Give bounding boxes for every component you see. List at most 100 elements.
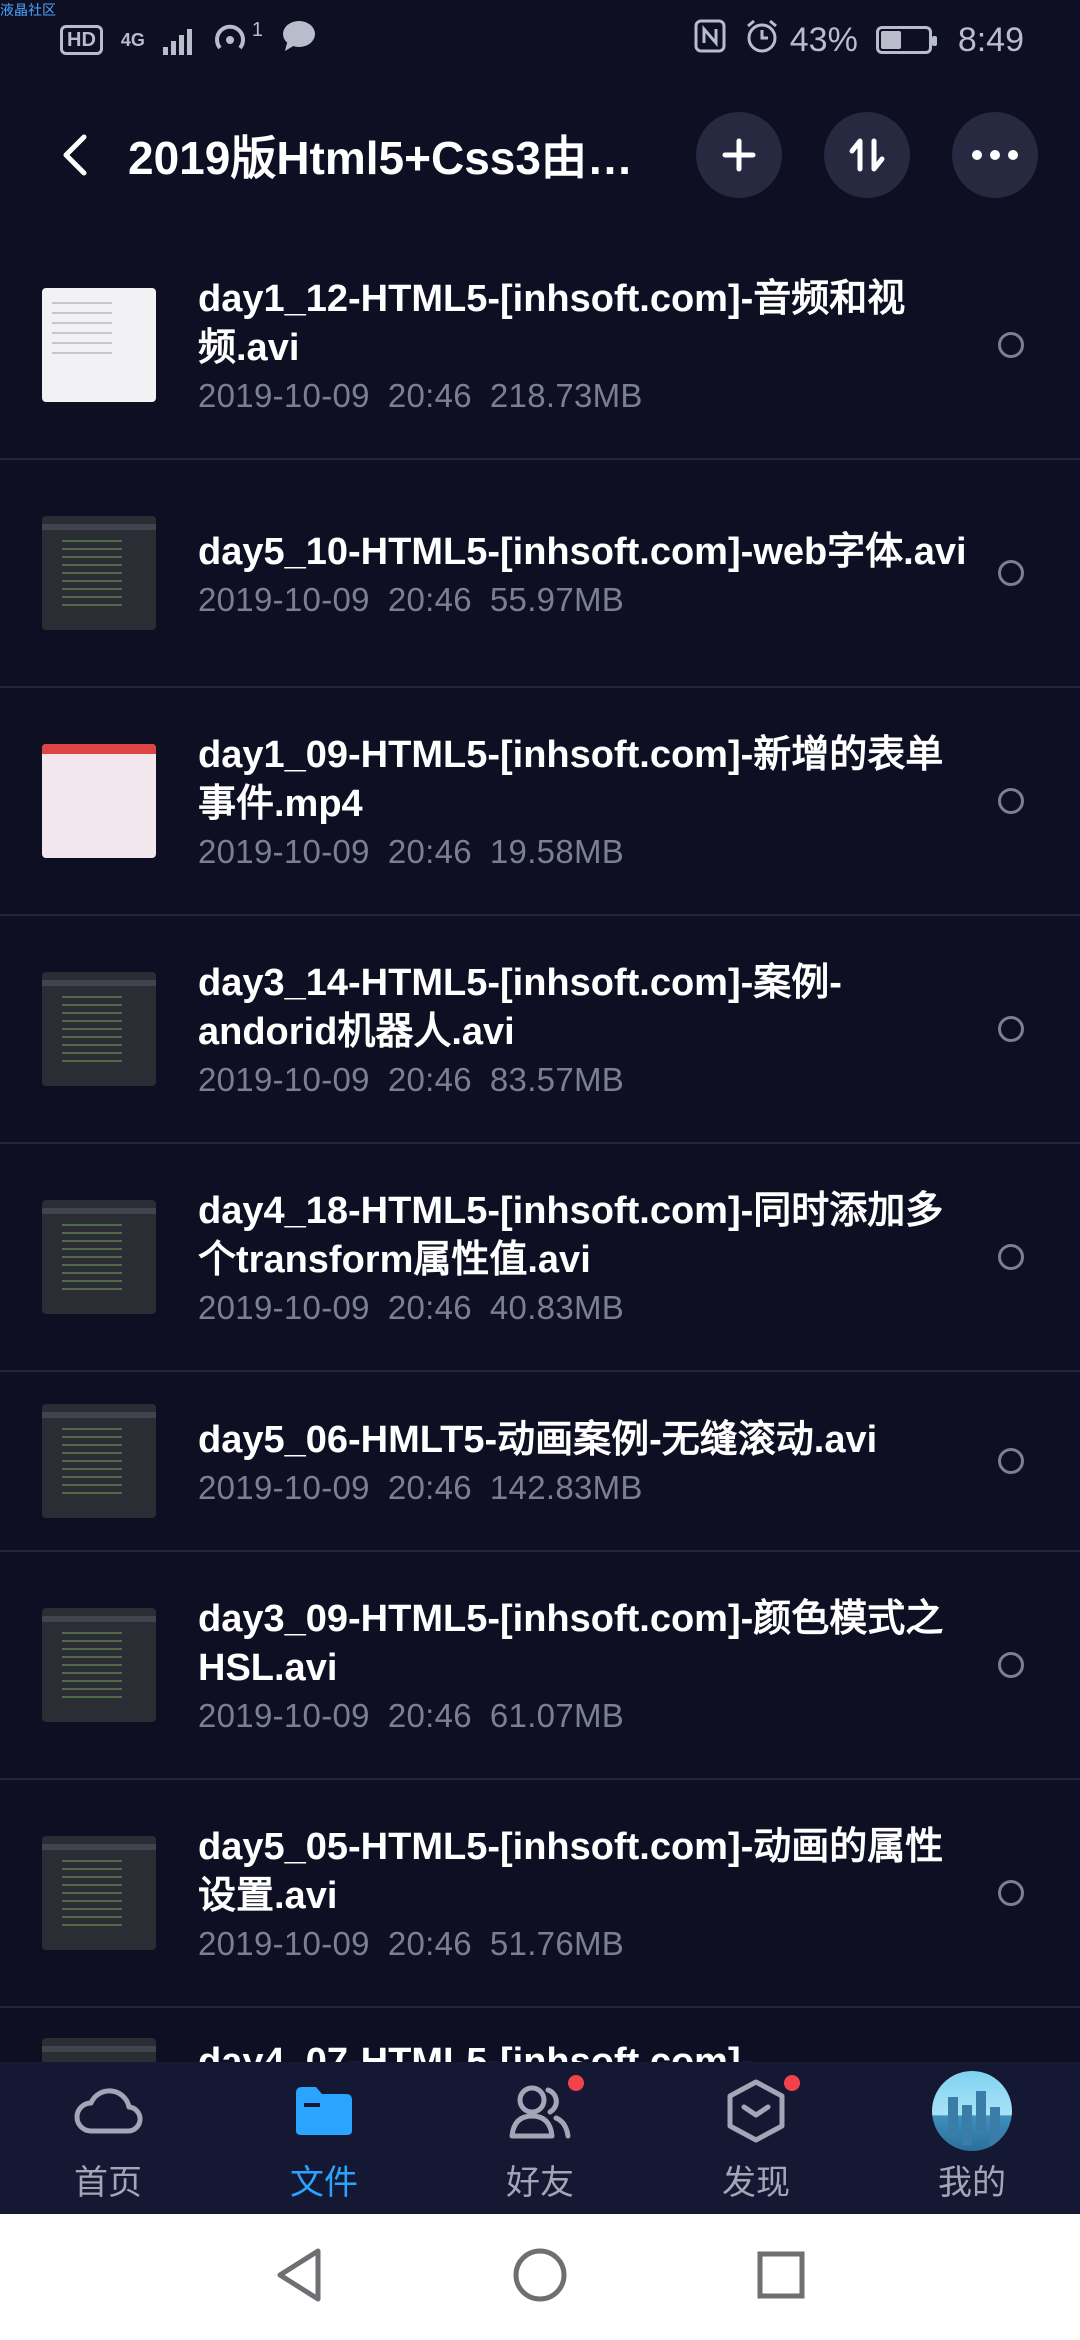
file-meta: 2019-10-09 20:46 55.97MB <box>198 581 968 619</box>
video-thumbnail <box>42 516 156 630</box>
file-text: day4_18-HTML5-[inhsoft.com]-同时添加多个transf… <box>198 1187 998 1327</box>
file-date: 2019-10-09 <box>198 580 370 618</box>
folder-icon <box>294 2073 354 2149</box>
video-thumbnail <box>42 972 156 1086</box>
file-text: day3_14-HTML5-[inhsoft.com]-案例-andorid机器… <box>198 959 998 1099</box>
file-text: day5_10-HTML5-[inhsoft.com]-web字体.avi 20… <box>198 528 998 619</box>
file-size: 51.76MB <box>489 1925 625 1962</box>
system-back-button[interactable] <box>274 2247 324 2308</box>
back-button[interactable] <box>50 115 100 195</box>
battery-percent: 43% <box>789 20 858 59</box>
file-time: 20:46 <box>387 833 472 870</box>
video-thumbnail <box>42 2038 156 2062</box>
notification-badge <box>784 2074 800 2091</box>
file-name: day3_09-HTML5-[inhsoft.com]-颜色模式之HSL.avi <box>198 1598 944 1689</box>
avatar <box>932 2070 1012 2151</box>
plus-icon <box>722 138 756 172</box>
file-date: 2019-10-09 <box>198 1925 370 1962</box>
hd-badge: HD <box>60 25 103 55</box>
sort-icon <box>849 138 885 172</box>
file-name: day5_06-HMLT5-动画案例-无缝滚动.avi <box>198 1418 878 1461</box>
cloud-icon <box>73 2073 143 2149</box>
select-radio[interactable] <box>998 1880 1024 1906</box>
select-radio[interactable] <box>998 788 1024 814</box>
notification-badge <box>568 2074 584 2091</box>
video-thumbnail <box>42 1836 156 1950</box>
file-size: 19.58MB <box>489 833 625 870</box>
nfc-icon <box>694 19 726 62</box>
list-item[interactable]: day4_07-HTML5-[inhsoft.com]- <box>0 2008 1080 2062</box>
system-home-button[interactable] <box>512 2247 568 2308</box>
file-date: 2019-10-09 <box>198 377 370 414</box>
list-item[interactable]: day5_06-HMLT5-动画案例-无缝滚动.avi 2019-10-09 20… <box>0 1372 1080 1552</box>
file-date: 2019-10-09 <box>198 1061 370 1098</box>
nav-me-label: 我的 <box>938 2163 1006 2202</box>
list-item[interactable]: day5_05-HTML5-[inhsoft.com]-动画的属性设置.avi … <box>0 1780 1080 2008</box>
file-text: day3_09-HTML5-[inhsoft.com]-颜色模式之HSL.avi… <box>198 1595 998 1735</box>
select-radio[interactable] <box>998 1652 1024 1678</box>
nav-files-label: 文件 <box>290 2163 358 2202</box>
system-nav-bar <box>0 2214 1080 2340</box>
nav-friends[interactable]: 好友 <box>432 2073 648 2204</box>
triangle-back-icon <box>277 2248 321 2301</box>
file-size: 61.07MB <box>489 1697 625 1734</box>
select-radio[interactable] <box>998 1448 1024 1474</box>
file-name: day5_10-HTML5-[inhsoft.com]-web字体.avi <box>198 530 967 573</box>
select-radio[interactable] <box>998 332 1024 358</box>
file-meta: 2019-10-09 20:46 61.07MB <box>198 1697 968 1735</box>
clock: 8:49 <box>957 20 1024 59</box>
file-size: 40.83MB <box>489 1289 625 1326</box>
message-icon <box>281 19 317 62</box>
list-item[interactable]: day1_09-HTML5-[inhsoft.com]-新增的表单事件.mp4 … <box>0 688 1080 916</box>
select-radio[interactable] <box>998 1244 1024 1270</box>
file-size: 83.57MB <box>489 1061 625 1098</box>
file-text: day5_05-HTML5-[inhsoft.com]-动画的属性设置.avi … <box>198 1823 998 1963</box>
file-text: day5_06-HMLT5-动画案例-无缝滚动.avi 2019-10-09 20… <box>198 1416 998 1507</box>
list-item[interactable]: day5_10-HTML5-[inhsoft.com]-web字体.avi 20… <box>0 460 1080 688</box>
nav-home-label: 首页 <box>74 2163 142 2202</box>
nav-me[interactable]: 我的 <box>864 2070 1080 2204</box>
more-button[interactable] <box>952 112 1038 198</box>
list-item[interactable]: day3_09-HTML5-[inhsoft.com]-颜色模式之HSL.avi… <box>0 1552 1080 1780</box>
video-thumbnail <box>42 744 156 858</box>
battery-icon <box>875 26 937 54</box>
file-date: 2019-10-09 <box>198 1468 370 1506</box>
file-name: day5_05-HTML5-[inhsoft.com]-动画的属性设置.avi <box>198 1826 944 1917</box>
status-bar: HD 4G 1 43% 8:49 <box>0 0 1080 80</box>
file-meta: 2019-10-09 20:46 83.57MB <box>198 1061 968 1099</box>
file-text: day4_07-HTML5-[inhsoft.com]- <box>198 2038 1038 2062</box>
network-label: 4G <box>121 31 145 49</box>
alarm-icon <box>744 18 780 63</box>
signal-icon <box>162 25 192 55</box>
file-text: day1_09-HTML5-[inhsoft.com]-新增的表单事件.mp4 … <box>198 731 998 871</box>
file-name: day1_12-HTML5-[inhsoft.com]-音频和视频.avi <box>198 278 906 369</box>
hotspot-count: 1 <box>251 18 264 41</box>
nav-discover[interactable]: 发现 <box>648 2073 864 2204</box>
back-arrow-icon <box>63 134 87 176</box>
page-title: 2019版Html5+Css3由… <box>128 132 633 184</box>
select-radio[interactable] <box>998 560 1024 586</box>
nav-files[interactable]: 文件 <box>216 2073 432 2204</box>
file-list: day1_12-HTML5-[inhsoft.com]-音频和视频.avi 20… <box>0 232 1080 2062</box>
add-button[interactable] <box>696 112 782 198</box>
select-radio[interactable] <box>998 1016 1024 1042</box>
sort-button[interactable] <box>824 112 910 198</box>
video-thumbnail <box>42 1608 156 1722</box>
video-thumbnail <box>42 1404 156 1518</box>
file-time: 20:46 <box>387 580 472 618</box>
square-recents-icon <box>757 2251 805 2298</box>
file-meta: 2019-10-09 20:46 51.76MB <box>198 1925 968 1963</box>
file-name: day3_14-HTML5-[inhsoft.com]-案例-andorid机器… <box>198 962 842 1053</box>
file-time: 20:46 <box>387 1289 472 1326</box>
system-recents-button[interactable] <box>756 2250 806 2305</box>
nav-home[interactable]: 首页 <box>0 2073 216 2204</box>
circle-home-icon <box>513 2248 567 2301</box>
list-item[interactable]: day3_14-HTML5-[inhsoft.com]-案例-andorid机器… <box>0 916 1080 1144</box>
video-thumbnail <box>42 288 156 402</box>
file-meta: 2019-10-09 20:46 19.58MB <box>198 833 968 871</box>
file-meta: 2019-10-09 20:46 142.83MB <box>198 1469 968 1507</box>
list-item[interactable]: day1_12-HTML5-[inhsoft.com]-音频和视频.avi 20… <box>0 232 1080 460</box>
list-item[interactable]: day4_18-HTML5-[inhsoft.com]-同时添加多个transf… <box>0 1144 1080 1372</box>
file-name: day4_18-HTML5-[inhsoft.com]-同时添加多个transf… <box>198 1190 944 1281</box>
header: 2019版Html5+Css3由… <box>0 100 1080 210</box>
